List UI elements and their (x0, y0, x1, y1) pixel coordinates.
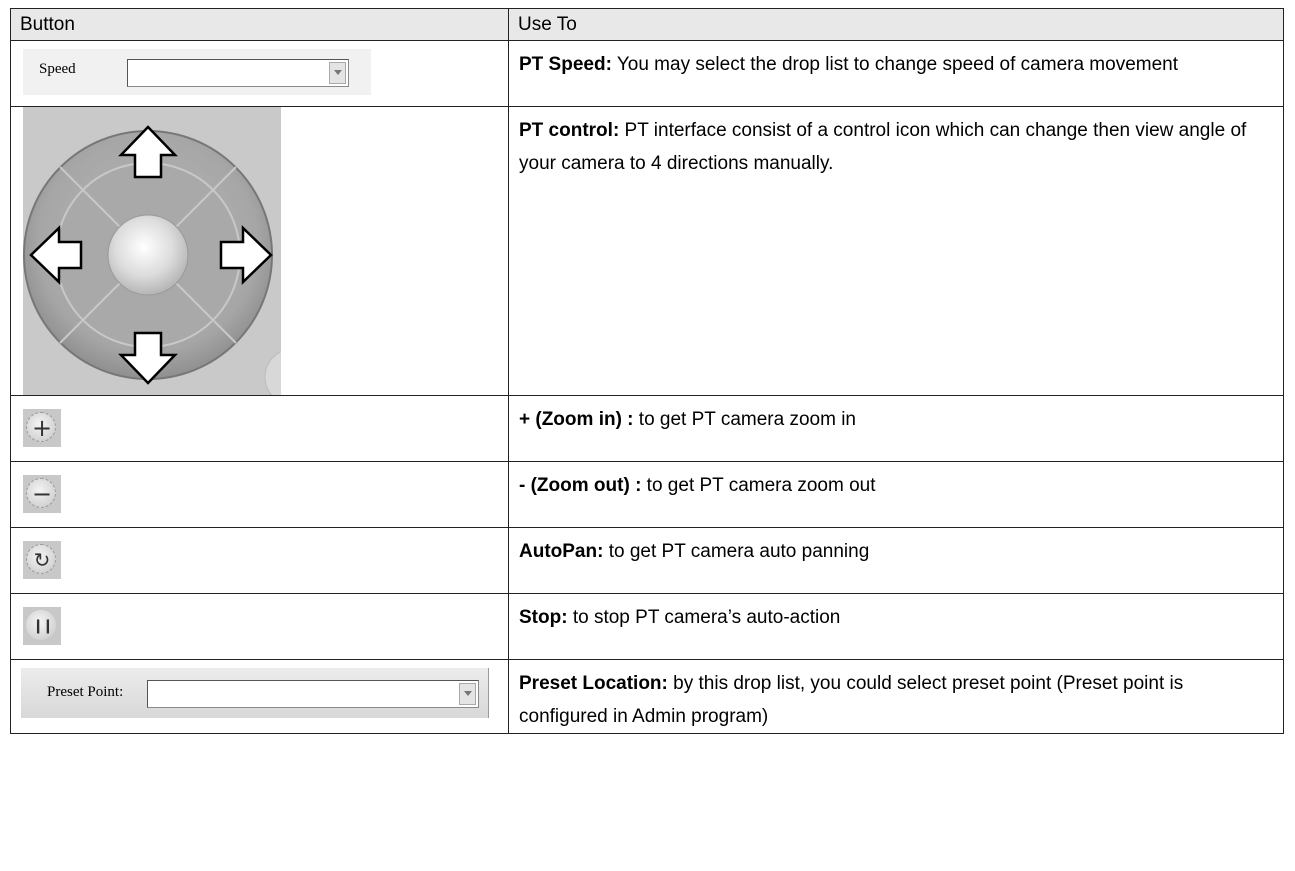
table-row: − - (Zoom out) : to get PT camera zoom o… (10, 461, 1284, 528)
chevron-down-icon (459, 683, 476, 705)
plus-icon: + (31, 414, 53, 442)
table-row: PT control: PT interface consist of a co… (10, 106, 1284, 396)
table-row: + + (Zoom in) : to get PT camera zoom in (10, 395, 1284, 462)
speed-control: Speed (23, 49, 371, 95)
speed-label: Speed (39, 61, 76, 77)
preset-point-control: Preset Point: (21, 668, 489, 718)
table-row: Speed PT Speed: You may select the drop … (10, 40, 1284, 107)
autopan-button[interactable]: ↻ (23, 541, 61, 579)
table-header-row: Button Use To (10, 8, 1284, 41)
header-use-to: Use To (508, 8, 1284, 41)
row-description: PT Speed: You may select the drop list t… (519, 54, 1179, 75)
pause-icon: ❙❙ (32, 618, 53, 634)
zoom-in-button[interactable]: + (23, 409, 61, 447)
row-description: AutoPan: to get PT camera auto panning (519, 541, 870, 562)
row-description: - (Zoom out) : to get PT camera zoom out (519, 475, 876, 496)
row-description: Preset Location: by this drop list, you … (519, 673, 1184, 727)
header-button: Button (10, 8, 509, 41)
direction-pad-icon (23, 125, 281, 395)
rotate-icon: ↻ (33, 548, 51, 572)
zoom-out-button[interactable]: − (23, 475, 61, 513)
direction-pad (23, 107, 281, 395)
minus-icon: − (31, 480, 53, 508)
table-row: ❙❙ Stop: to stop PT camera’s auto-action (10, 593, 1284, 660)
preset-point-dropdown[interactable] (147, 680, 479, 708)
button-reference-table: Button Use To Speed PT Speed: You may se… (10, 8, 1284, 734)
chevron-down-icon (329, 62, 346, 84)
table-row: Preset Point: Preset Location: by this d… (10, 659, 1284, 734)
preset-point-label: Preset Point: (47, 684, 124, 700)
speed-dropdown[interactable] (127, 59, 349, 87)
row-description: Stop: to stop PT camera’s auto-action (519, 607, 841, 628)
row-description: PT control: PT interface consist of a co… (519, 120, 1247, 174)
stop-button[interactable]: ❙❙ (23, 607, 61, 645)
row-description: + (Zoom in) : to get PT camera zoom in (519, 409, 856, 430)
table-row: ↻ AutoPan: to get PT camera auto panning (10, 527, 1284, 594)
